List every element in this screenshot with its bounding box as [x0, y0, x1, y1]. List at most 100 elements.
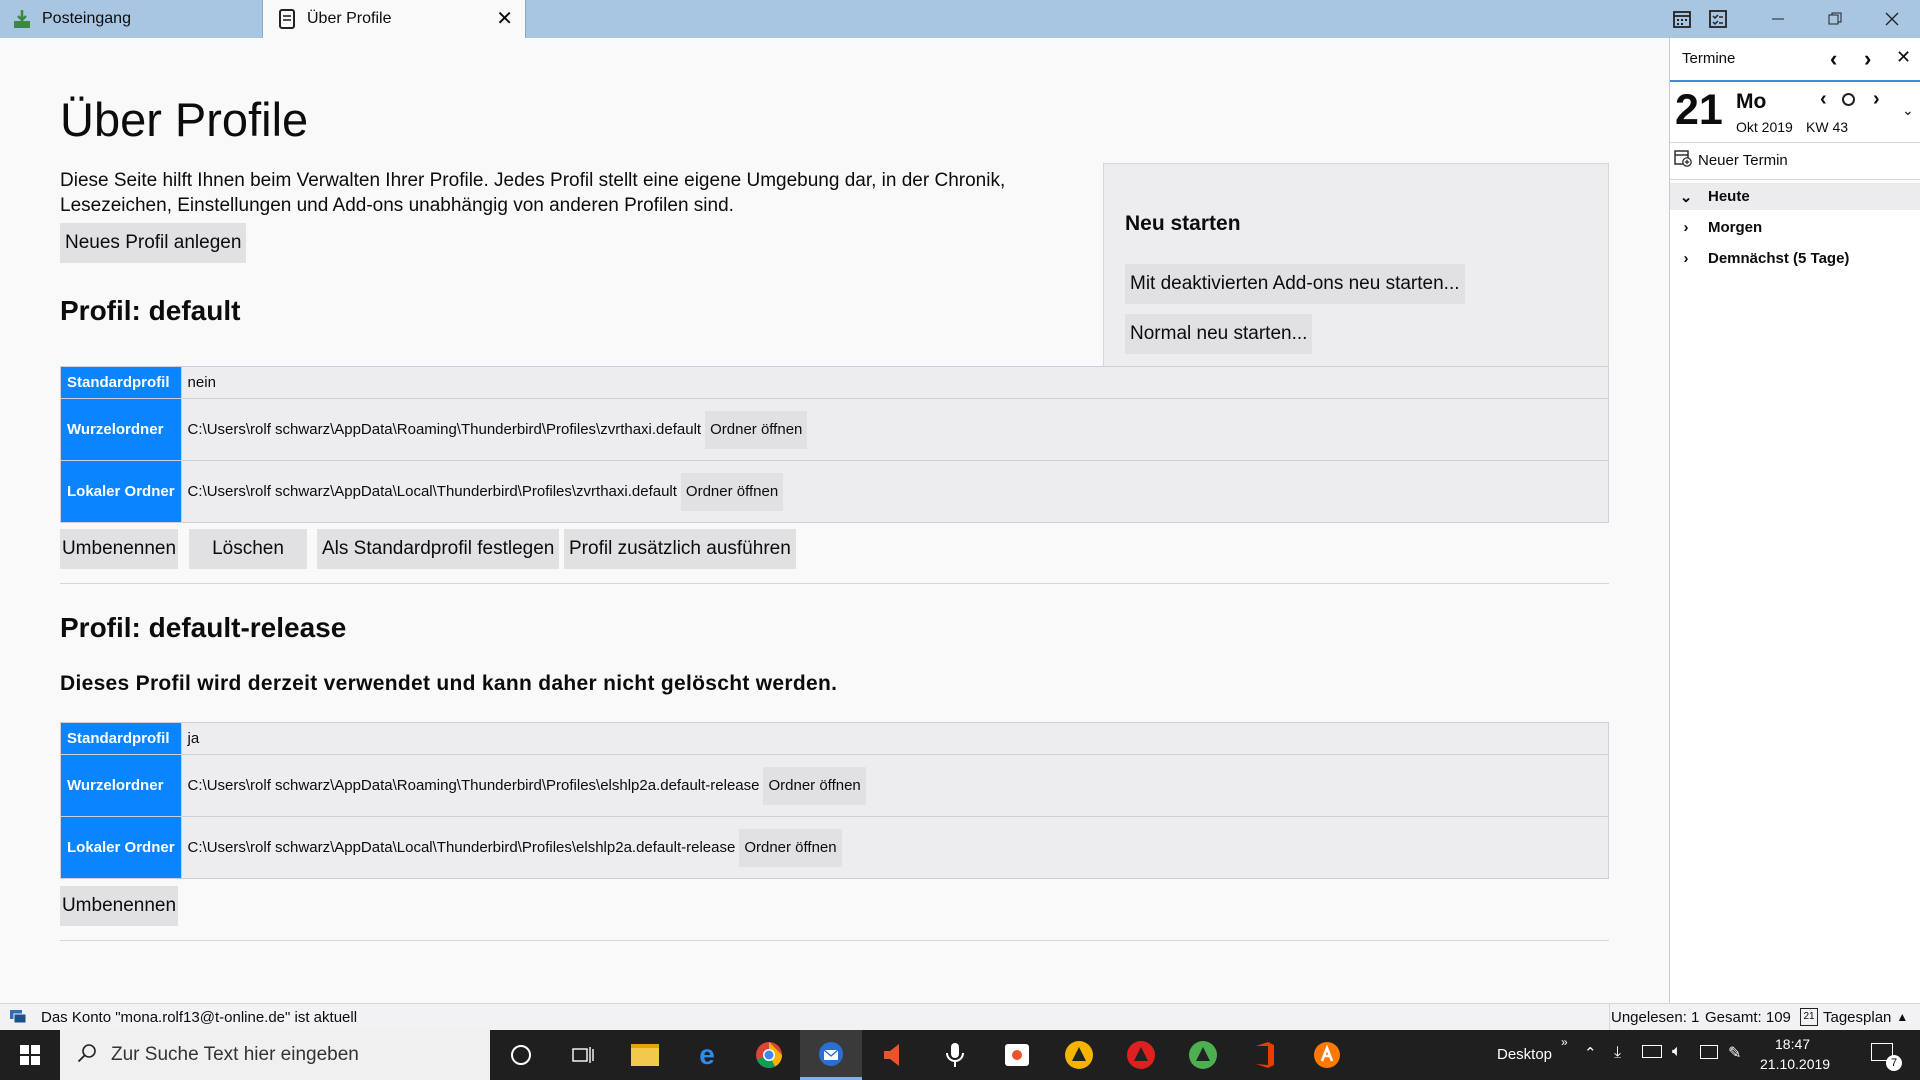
- network-icon[interactable]: [1700, 1045, 1718, 1059]
- divider: [60, 940, 1609, 941]
- table-row: Wurzelordner C:\Users\rolf schwarz\AppDa…: [60, 754, 1610, 817]
- calendar-icon[interactable]: [1662, 0, 1702, 38]
- restart-panel: Neu starten Mit deaktivierten Add-ons ne…: [1103, 163, 1609, 379]
- tab-inbox[interactable]: Posteingang: [0, 0, 262, 38]
- document-icon: [277, 9, 297, 29]
- file-explorer-icon[interactable]: [614, 1030, 676, 1080]
- today-icon[interactable]: [1842, 93, 1855, 106]
- cortana-icon[interactable]: [490, 1030, 552, 1080]
- clock-time[interactable]: 18:47: [1775, 1036, 1810, 1052]
- set-default-button[interactable]: Als Standardprofil festlegen: [317, 529, 560, 569]
- calendar-week: KW 43: [1806, 119, 1849, 135]
- today-pane-header: Termine ‹ › ✕: [1670, 38, 1920, 78]
- clock-date[interactable]: 21.10.2019: [1760, 1056, 1830, 1072]
- agenda-group-today[interactable]: ⌄ Heute: [1670, 183, 1920, 210]
- tab-label: Über Profile: [307, 10, 392, 27]
- previous-mode-icon[interactable]: ‹: [1830, 46, 1837, 72]
- table-row: Lokaler Ordner C:\Users\rolf schwarz\App…: [60, 460, 1610, 523]
- today-pane-title: Termine: [1682, 50, 1736, 67]
- table-row: Standardprofil ja: [60, 722, 1610, 755]
- status-message: Das Konto "mona.rolf13@t-online.de" ist …: [41, 1009, 358, 1026]
- today-pane-toggle[interactable]: 21 Tagesplan ▲: [1800, 1008, 1908, 1026]
- office-icon[interactable]: [1234, 1030, 1296, 1080]
- yellow-triangle-app-icon[interactable]: [1048, 1030, 1110, 1080]
- windows-start-icon[interactable]: [0, 1030, 60, 1080]
- local-path: C:\Users\rolf schwarz\AppData\Local\Thun…: [187, 483, 677, 500]
- row-label-default: Standardprofil: [60, 722, 182, 755]
- new-profile-button[interactable]: Neues Profil anlegen: [60, 223, 247, 263]
- toolbar-expand-icon[interactable]: »: [1561, 1035, 1568, 1049]
- table-row: Wurzelordner C:\Users\rolf schwarz\AppDa…: [60, 398, 1610, 461]
- pen-icon[interactable]: ✎: [1728, 1043, 1741, 1063]
- today-pane-label: Tagesplan: [1823, 1008, 1892, 1026]
- tab-about-profiles[interactable]: Über Profile ✕: [262, 0, 526, 38]
- rename-button[interactable]: Umbenennen: [60, 886, 178, 926]
- open-local-folder-button[interactable]: Ordner öffnen: [739, 828, 842, 867]
- page-title: Über Profile: [60, 93, 309, 146]
- profile-in-use-notice: Dieses Profil wird derzeit verwendet und…: [60, 672, 838, 695]
- next-mode-icon[interactable]: ›: [1864, 46, 1871, 72]
- table-row: Standardprofil nein: [60, 366, 1610, 399]
- chevron-up-icon: ▲: [1896, 1010, 1909, 1024]
- restore-icon[interactable]: [1815, 0, 1855, 38]
- green-triangle-app-icon[interactable]: [1172, 1030, 1234, 1080]
- thunderbird-taskbar-icon[interactable]: [800, 1030, 862, 1080]
- battery-icon[interactable]: [1642, 1045, 1662, 1058]
- profile-heading: Profil: default: [60, 295, 241, 326]
- close-window-icon[interactable]: [1872, 0, 1912, 38]
- row-label-root: Wurzelordner: [60, 398, 182, 461]
- volume-icon[interactable]: 🔈︎: [1672, 1043, 1682, 1061]
- minimize-icon[interactable]: [1758, 0, 1798, 38]
- chevron-right-icon: ›: [1683, 219, 1689, 236]
- agenda-group-label: Demnächst (5 Tage): [1708, 250, 1850, 267]
- close-pane-icon[interactable]: ✕: [1896, 47, 1911, 68]
- inbox-download-icon: [12, 9, 32, 29]
- photo-app-icon[interactable]: [986, 1030, 1048, 1080]
- close-tab-icon[interactable]: ✕: [496, 9, 513, 29]
- launch-profile-button[interactable]: Profil zusätzlich ausführen: [564, 529, 796, 569]
- profile-table: Standardprofil ja Wurzelordner C:\Users\…: [60, 722, 1610, 879]
- rename-button[interactable]: Umbenennen: [60, 529, 178, 569]
- root-path: C:\Users\rolf schwarz\AppData\Roaming\Th…: [187, 421, 702, 438]
- red-triangle-app-icon[interactable]: [1110, 1030, 1172, 1080]
- task-view-icon[interactable]: [552, 1030, 614, 1080]
- chevron-down-icon: ⌄: [1679, 188, 1693, 206]
- about-profiles-page: Über Profile Diese Seite hilft Ihnen bei…: [0, 38, 1669, 1003]
- chevron-down-icon[interactable]: ⌄: [1902, 102, 1914, 119]
- tray-chevron-up-icon[interactable]: ⌃: [1584, 1044, 1597, 1062]
- next-day-icon[interactable]: ›: [1873, 88, 1880, 111]
- taskbar-search-box[interactable]: Zur Suche Text hier eingeben: [60, 1030, 490, 1080]
- audio-app-icon[interactable]: [862, 1030, 924, 1080]
- restart-normal-button[interactable]: Normal neu starten...: [1125, 314, 1313, 354]
- profile-table: Standardprofil nein Wurzelordner C:\User…: [60, 366, 1610, 523]
- online-status-icon[interactable]: [9, 1009, 27, 1029]
- unread-count: Ungelesen: 1: [1611, 1009, 1700, 1026]
- open-root-folder-button[interactable]: Ordner öffnen: [763, 766, 866, 805]
- search-placeholder: Zur Suche Text hier eingeben: [111, 1044, 359, 1065]
- default-value: ja: [187, 730, 200, 747]
- avast-icon[interactable]: [1296, 1030, 1358, 1080]
- status-bar: Das Konto "mona.rolf13@t-online.de" ist …: [0, 1003, 1920, 1031]
- windows-taskbar: Zur Suche Text hier eingeben e Desktop »…: [0, 1030, 1920, 1080]
- open-root-folder-button[interactable]: Ordner öffnen: [705, 410, 808, 449]
- chrome-browser-icon[interactable]: [738, 1030, 800, 1080]
- restart-title: Neu starten: [1125, 212, 1241, 235]
- tab-label: Posteingang: [42, 10, 131, 27]
- delete-button[interactable]: Löschen: [189, 529, 307, 569]
- microphone-app-icon[interactable]: [924, 1030, 986, 1080]
- previous-day-icon[interactable]: ‹: [1820, 88, 1827, 111]
- open-local-folder-button[interactable]: Ordner öffnen: [680, 472, 784, 511]
- agenda-group-soon[interactable]: › Demnächst (5 Tage): [1670, 245, 1920, 272]
- chevron-right-icon: ›: [1683, 250, 1689, 267]
- calendar-day-icon: 21: [1800, 1008, 1818, 1026]
- row-label-root: Wurzelordner: [60, 754, 182, 817]
- new-event-button[interactable]: Neuer Termin: [1674, 149, 1788, 171]
- restart-without-addons-button[interactable]: Mit deaktivierten Add-ons neu starten...: [1125, 264, 1465, 304]
- agenda-group-tomorrow[interactable]: › Morgen: [1670, 214, 1920, 241]
- tasks-icon[interactable]: [1698, 0, 1738, 38]
- weekday: Mo: [1736, 90, 1767, 113]
- edge-browser-icon[interactable]: e: [676, 1030, 738, 1080]
- desktop-toolbar-label[interactable]: Desktop: [1497, 1046, 1552, 1063]
- download-tray-icon[interactable]: ⤓: [1614, 1044, 1621, 1062]
- new-event-label: Neuer Termin: [1698, 151, 1788, 169]
